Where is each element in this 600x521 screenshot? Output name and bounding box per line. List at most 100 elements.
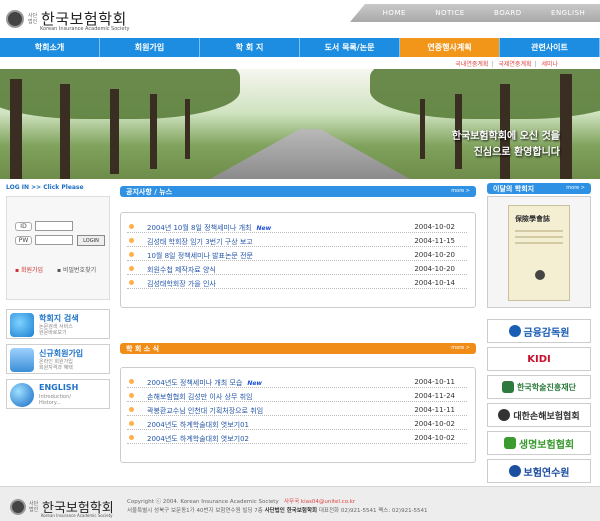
subnav-domestic[interactable]: 국내연중계획 (455, 61, 488, 68)
bullet-icon (129, 252, 134, 257)
iti-logo-icon (508, 465, 521, 477)
topnav-english[interactable]: ENGLISH (551, 9, 585, 17)
pw-input[interactable] (35, 235, 73, 245)
item-title: 2004년 10월 8일 정책세미나 개최 (147, 224, 252, 232)
partner-gnia[interactable]: 대한손해보험협회 (487, 403, 591, 427)
topnav-notice[interactable]: NOTICE (435, 9, 464, 17)
footer-logo-small: 사단 법인 (29, 500, 39, 513)
new-badge: New (247, 380, 262, 387)
list-item[interactable]: 회원수첩 제작자료 양식 2004-10-20 (127, 263, 467, 275)
subnav-seminar[interactable]: 세미나 (541, 61, 558, 68)
journal-cover-title: 保險學會誌 (515, 214, 550, 223)
copyright: Copyright ⓒ 2004. Korean Insurance Acade… (127, 499, 279, 505)
nav-join[interactable]: 회원가입 (100, 38, 200, 57)
bullet-icon (129, 407, 134, 412)
list-item[interactable]: 10월 8일 정책세미나 발표논문 전문 2004-10-20 (127, 249, 467, 261)
item-date: 2004-10-20 (414, 251, 455, 259)
item-title: 2004년도 정책세미나 개최 모습 (147, 379, 243, 387)
list-item[interactable]: 김성태 학회장 임기 3번기 구상 보고 2004-11-15 (127, 235, 467, 247)
partner-kidi[interactable]: KIDI (487, 347, 591, 371)
list-item[interactable]: 2004년도 하계학술대회 엿보기01 2004-10-02 (127, 418, 467, 430)
krf-logo-icon (502, 381, 515, 393)
item-date: 2004-11-24 (414, 392, 455, 400)
topnav-home[interactable]: HOME (383, 9, 406, 17)
hero-banner: 한국보험학회에 오신 것을 진심으로 환영합니다 (0, 69, 600, 179)
fss-logo-icon (508, 325, 521, 337)
monthly-journal-title: 이달의 학회지 (493, 185, 535, 193)
site-logo[interactable]: 사단 법인 한국보험학회 Korean Insurance Academic S… (6, 8, 130, 32)
cover-line (515, 242, 563, 244)
bullet-icon (129, 238, 134, 243)
journal-search-button[interactable]: 학회지 검색 논문검색 서비스 원문바로보기 (6, 309, 110, 339)
partner-krf[interactable]: 한국학술진흥재단 (487, 375, 591, 399)
nav-links[interactable]: 관련사이트 (500, 38, 600, 57)
nav-books[interactable]: 도서 목록/논문 (300, 38, 400, 57)
partner-name: 대한손해보험협회 (513, 411, 580, 422)
tree-trunk (150, 94, 157, 169)
list-item[interactable]: 2004년도 정책세미나 개최 모습 New 2004-10-11 (127, 376, 467, 388)
english-button[interactable]: ENGLISH Introduction/ History... (6, 379, 110, 409)
seal-icon (6, 9, 24, 28)
partner-fss[interactable]: 금융감독원 (487, 319, 591, 343)
journal-cover-box[interactable]: 保險學會誌 (487, 196, 591, 308)
bullet-icon (129, 280, 134, 285)
tree-trunk (420, 99, 425, 159)
list-item[interactable]: 김성태학회장 가을 인사 2004-10-14 (127, 277, 467, 289)
journal-more-button[interactable]: more > (566, 185, 585, 191)
item-date: 2004-10-11 (414, 378, 455, 386)
item-date: 2004-10-14 (414, 279, 455, 287)
join-link-label: 회원가입 (20, 267, 44, 274)
item-title: 10월 8일 정책세미나 발표논문 전문 (147, 252, 253, 260)
top-nav: HOME NOTICE BOARD ENGLISH (350, 4, 600, 22)
topnav-board[interactable]: BOARD (494, 9, 522, 17)
login-box: ID PW LOGIN ▪ 회원가입 ▪ 비밀번호찾기 (6, 196, 110, 300)
notice-title: 공지사항 / 뉴스 (126, 188, 173, 196)
road-graphic (210, 129, 410, 179)
partner-klia[interactable]: 생명보험협회 (487, 431, 591, 455)
klia-logo-icon (503, 437, 516, 449)
footer-logo-english: Korean Insurance Academic Society (41, 513, 113, 518)
email-link[interactable]: kias04@unitel.co.kr (301, 499, 355, 505)
seal-icon (535, 270, 545, 280)
tree-trunk (185, 99, 190, 159)
subnav-international[interactable]: 국제연중계획 (498, 61, 531, 68)
partner-name: 금융감독원 (523, 327, 570, 339)
id-input[interactable] (35, 221, 73, 231)
partner-iti[interactable]: 보험연수원 (487, 459, 591, 483)
partner-name: 한국학술진흥재단 (517, 382, 576, 392)
bullet-icon (129, 393, 134, 398)
new-member-title: 신규회원가입 (39, 349, 84, 358)
new-member-desc: 온라인 회원가입 회원자격과 혜택 (39, 359, 73, 371)
logo-english: Korean Insurance Academic Society (40, 26, 130, 32)
new-badge: New (256, 225, 272, 232)
login-button[interactable]: LOGIN (77, 235, 105, 246)
join-link[interactable]: ▪ 회원가입 (15, 265, 43, 274)
news-more-button[interactable]: more > (451, 345, 470, 351)
monthly-journal-header: 이달의 학회지 more > (487, 183, 591, 194)
welcome-line2: 진심으로 환영합니다 (473, 147, 560, 158)
address: 서울특별시 성북구 보문동1가 40번지 보험연수원 빌딩 7층 (127, 508, 263, 514)
bullet-icon (129, 266, 134, 271)
list-item[interactable]: 곽봉환교수님 인천대 기획처장으로 취임 2004-11-11 (127, 404, 467, 416)
find-password-link[interactable]: ▪ 비밀번호찾기 (57, 265, 96, 274)
tree-canopy (0, 69, 240, 119)
partner-name: 보험연수원 (523, 467, 570, 479)
list-item[interactable]: 2004년 10월 8일 정책세미나 개최 New 2004-10-02 (127, 221, 467, 233)
phone: 대표전화 02)921-5541 (318, 508, 377, 514)
nav-about[interactable]: 학회소개 (0, 38, 100, 57)
partner-name: 생명보험협회 (518, 439, 575, 451)
notice-more-button[interactable]: more > (451, 188, 470, 194)
news-header: 학 회 소 식 more > (120, 343, 476, 354)
notice-header: 공지사항 / 뉴스 more > (120, 186, 476, 197)
news-title: 학 회 소 식 (126, 345, 160, 353)
tree-trunk (110, 89, 119, 174)
nav-events[interactable]: 연중행사계획 (400, 38, 500, 57)
list-item[interactable]: 2004년도 하계학술대회 엿보기02 2004-10-02 (127, 432, 467, 444)
id-label: ID (15, 222, 32, 231)
item-title: 손해보험협회 김성만 이사 상무 취임 (147, 393, 253, 401)
nav-journal[interactable]: 학 회 지 (200, 38, 300, 57)
journal-search-desc: 논문검색 서비스 원문바로보기 (39, 324, 73, 336)
gnia-logo-icon (498, 409, 511, 421)
new-member-button[interactable]: 신규회원가입 온라인 회원가입 회원자격과 혜택 (6, 344, 110, 374)
list-item[interactable]: 손해보험협회 김성만 이사 상무 취임 2004-11-24 (127, 390, 467, 402)
